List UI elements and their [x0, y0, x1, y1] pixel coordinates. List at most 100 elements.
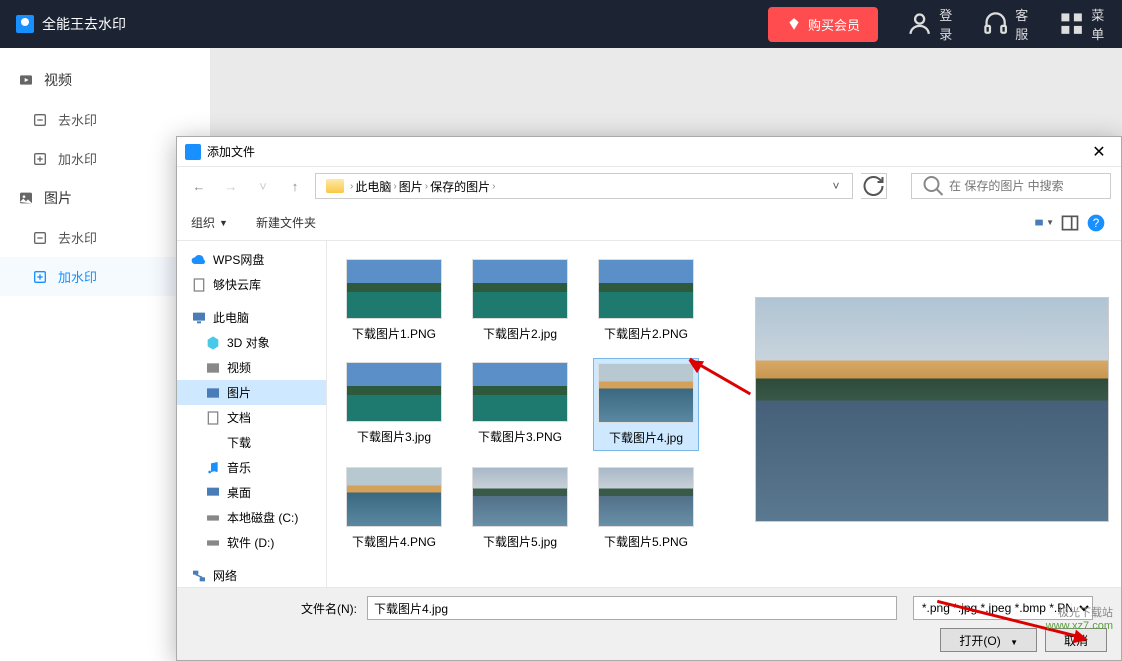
- help-button[interactable]: ?: [1085, 212, 1107, 234]
- sidebar-label: 加水印: [58, 267, 97, 286]
- tree-item-video[interactable]: 视频: [177, 355, 326, 380]
- login-label: 登录: [939, 5, 954, 43]
- video-folder-icon: [205, 360, 221, 376]
- file-thumb[interactable]: 下载图片1.PNG: [341, 255, 447, 346]
- drive-icon: [205, 535, 221, 551]
- thumbnail-image: [346, 362, 442, 422]
- tree-item-3d[interactable]: 3D 对象: [177, 330, 326, 355]
- tree-item-network[interactable]: 网络: [177, 563, 326, 587]
- chevron-right-icon: ›: [492, 181, 495, 192]
- file-thumb[interactable]: 下载图片5.jpg: [467, 463, 573, 554]
- tree-item-music[interactable]: 音乐: [177, 455, 326, 480]
- search-input[interactable]: [949, 179, 1104, 193]
- thumbnail-image: [472, 362, 568, 422]
- pictures-folder-icon: [205, 385, 221, 401]
- breadcrumb-dropdown[interactable]: ˅: [826, 179, 846, 193]
- nav-forward-button[interactable]: →: [219, 174, 243, 198]
- monitor-icon: [191, 310, 207, 326]
- organize-menu[interactable]: 组织 ▼: [191, 214, 228, 231]
- thumbnail-label: 下载图片2.jpg: [483, 325, 557, 342]
- new-folder-button[interactable]: 新建文件夹: [256, 214, 316, 231]
- nav-recent-dropdown[interactable]: ˅: [251, 174, 275, 198]
- sidebar-item-video-remove-wm[interactable]: 去水印: [0, 100, 210, 139]
- filename-input[interactable]: [367, 596, 897, 620]
- minus-square-icon: [32, 230, 48, 246]
- chevron-right-icon: ›: [393, 181, 396, 192]
- search-box[interactable]: [911, 173, 1111, 199]
- sidebar-cat-video-label: 视频: [44, 70, 72, 90]
- tree-item-quick[interactable]: 够快云库: [177, 272, 326, 297]
- service-label: 客服: [1015, 5, 1030, 43]
- tree-item-pc[interactable]: 此电脑: [177, 305, 326, 330]
- desktop-icon: [205, 485, 221, 501]
- filetype-select[interactable]: *.png *.jpg *.jpeg *.bmp *.PNG: [913, 596, 1093, 620]
- close-button[interactable]: ✕: [1085, 142, 1113, 162]
- tree-item-wps[interactable]: WPS网盘: [177, 247, 326, 272]
- plus-square-icon: [32, 269, 48, 285]
- preview-pane-button[interactable]: [1059, 212, 1081, 234]
- file-thumb[interactable]: 下载图片5.PNG: [593, 463, 699, 554]
- breadcrumb-bar[interactable]: › 此电脑 › 图片 › 保存的图片 › ˅: [315, 173, 853, 199]
- chevron-right-icon: ›: [350, 181, 353, 192]
- dialog-app-icon: [185, 144, 201, 160]
- thumbnail-label: 下载图片2.PNG: [604, 325, 688, 342]
- thumbnail-label: 下载图片3.jpg: [357, 428, 431, 445]
- thumbnail-label: 下载图片3.PNG: [478, 428, 562, 445]
- login-link[interactable]: 登录: [906, 5, 954, 43]
- music-icon: [205, 460, 221, 476]
- file-thumb[interactable]: 下载图片3.jpg: [341, 358, 447, 451]
- dialog-footer: 文件名(N): ˅ *.png *.jpg *.jpeg *.bmp *.PNG…: [177, 587, 1121, 660]
- svg-text:?: ?: [1093, 217, 1100, 230]
- thumbnail-image: [472, 259, 568, 319]
- tree-item-desktop[interactable]: 桌面: [177, 480, 326, 505]
- tree-item-disk-c[interactable]: 本地磁盘 (C:): [177, 505, 326, 530]
- open-button[interactable]: 打开(O) ▼: [940, 628, 1037, 652]
- tree-item-docs[interactable]: 文档: [177, 405, 326, 430]
- nav-up-button[interactable]: ↑: [283, 174, 307, 198]
- thumbnail-image: [598, 259, 694, 319]
- file-thumb[interactable]: 下载图片3.PNG: [467, 358, 573, 451]
- dialog-titlebar[interactable]: 添加文件 ✕: [177, 137, 1121, 167]
- thumbnail-label: 下载图片4.jpg: [609, 429, 683, 446]
- cloud-icon: [191, 252, 207, 268]
- docs-folder-icon: [205, 410, 221, 426]
- thumbnail-label: 下载图片1.PNG: [352, 325, 436, 342]
- dialog-toolbar: 组织 ▼ 新建文件夹 ▼ ?: [177, 205, 1121, 241]
- cancel-button[interactable]: 取消: [1045, 628, 1107, 652]
- menu-label: 菜单: [1091, 5, 1106, 43]
- file-thumb[interactable]: 下载图片4.PNG: [341, 463, 447, 554]
- app-topbar: 全能王去水印 购买会员 登录 客服 菜单: [0, 0, 1122, 48]
- menu-link[interactable]: 菜单: [1058, 5, 1106, 43]
- sidebar-label: 去水印: [58, 228, 97, 247]
- doc-icon: [191, 277, 207, 293]
- file-thumb[interactable]: 下载图片2.jpg: [467, 255, 573, 346]
- refresh-button[interactable]: [861, 173, 887, 199]
- file-grid[interactable]: 下载图片1.PNG 下载图片2.jpg 下载图片2.PNG 下载图片3.jpg 下载图片…: [327, 241, 743, 587]
- file-thumb[interactable]: 下载图片2.PNG: [593, 255, 699, 346]
- diamond-icon: [786, 17, 802, 31]
- file-thumb[interactable]: 下载图片4.jpg: [593, 358, 699, 451]
- filename-label: 文件名(N):: [301, 600, 357, 617]
- tree-item-disk-d[interactable]: 软件 (D:): [177, 530, 326, 555]
- buy-vip-label: 购买会员: [808, 15, 860, 34]
- minus-square-icon: [32, 112, 48, 128]
- thumbnail-image: [472, 467, 568, 527]
- sidebar-cat-video[interactable]: 视频: [0, 60, 210, 100]
- service-link[interactable]: 客服: [982, 5, 1030, 43]
- thumbnail-label: 下载图片5.PNG: [604, 533, 688, 550]
- app-title: 全能王去水印: [42, 14, 768, 34]
- tree-item-download[interactable]: 下载: [177, 430, 326, 455]
- breadcrumb-item-pc[interactable]: 此电脑: [355, 178, 391, 195]
- file-open-dialog: 添加文件 ✕ ← → ˅ ↑ › 此电脑 › 图片 › 保存的图片 › ˅ 组织…: [176, 136, 1122, 661]
- app-logo-icon: [16, 15, 34, 33]
- download-icon: [205, 435, 221, 451]
- nav-back-button[interactable]: ←: [187, 174, 211, 198]
- view-mode-button[interactable]: ▼: [1033, 212, 1055, 234]
- plus-square-icon: [32, 151, 48, 167]
- tree-item-pictures[interactable]: 图片: [177, 380, 326, 405]
- buy-vip-button[interactable]: 购买会员: [768, 7, 878, 42]
- drive-icon: [205, 510, 221, 526]
- breadcrumb-item-saved[interactable]: 保存的图片: [430, 178, 490, 195]
- breadcrumb-item-pictures[interactable]: 图片: [399, 178, 423, 195]
- search-icon: [918, 174, 949, 198]
